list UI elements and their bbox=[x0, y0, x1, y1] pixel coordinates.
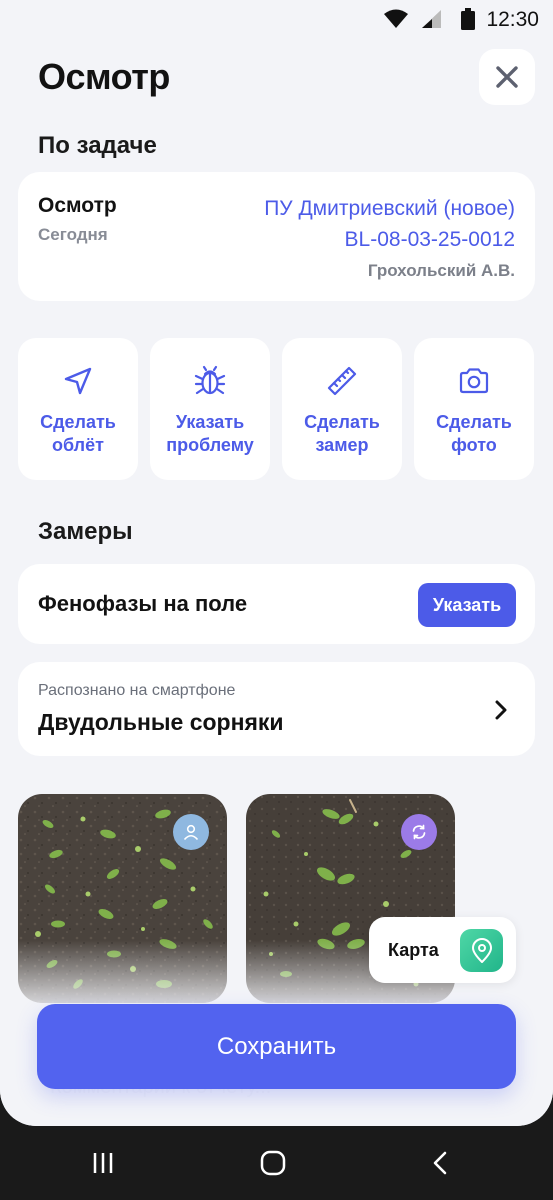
measurements-section-title: Замеры bbox=[38, 518, 133, 545]
task-field-link[interactable]: ПУ Дмитриевский (новое) bbox=[264, 197, 515, 221]
recent-apps-icon bbox=[93, 1153, 113, 1173]
map-pin-icon bbox=[471, 937, 492, 963]
map-button[interactable]: Карта bbox=[369, 917, 516, 983]
status-time: 12:30 bbox=[486, 8, 539, 31]
system-nav-bar bbox=[0, 1126, 553, 1200]
specify-button[interactable]: Указать bbox=[418, 583, 516, 627]
user-icon bbox=[183, 824, 199, 841]
action-measure-button[interactable]: Сделать замер bbox=[282, 338, 402, 480]
action-photo-button[interactable]: Сделать фото bbox=[414, 338, 534, 480]
close-button[interactable] bbox=[479, 49, 535, 105]
recognized-value: Двудольные сорняки bbox=[38, 709, 284, 735]
action-photo-label: Сделать фото bbox=[436, 412, 512, 455]
camera-icon bbox=[459, 368, 489, 394]
save-button[interactable]: Сохранить bbox=[37, 1004, 516, 1089]
back-icon bbox=[433, 1151, 447, 1175]
phenophase-card: Фенофазы на поле Указать bbox=[18, 564, 535, 644]
recognized-card[interactable]: Распознано на смартфоне Двудольные сорня… bbox=[18, 662, 535, 756]
signal-icon bbox=[422, 10, 441, 28]
home-button[interactable] bbox=[253, 1148, 293, 1178]
action-flyover-label: Сделать облёт bbox=[40, 412, 116, 455]
task-date: Сегодня bbox=[38, 225, 108, 244]
close-icon bbox=[496, 66, 518, 88]
page-title: Осмотр bbox=[38, 56, 170, 97]
map-label: Карта bbox=[388, 940, 439, 960]
map-pin-badge bbox=[460, 929, 503, 972]
task-section-title: По задаче bbox=[38, 132, 157, 159]
chevron-right-icon bbox=[495, 700, 507, 720]
user-badge bbox=[173, 814, 209, 850]
screen: 12:30 Осмотр По задаче Осмотр Сегодня ПУ… bbox=[0, 0, 553, 1126]
refresh-icon bbox=[412, 824, 426, 840]
task-name: Осмотр bbox=[38, 194, 117, 217]
action-problem-button[interactable]: Указать проблему bbox=[150, 338, 270, 480]
navigation-arrow-icon bbox=[64, 367, 92, 395]
action-flyover-button[interactable]: Сделать облёт bbox=[18, 338, 138, 480]
home-icon bbox=[260, 1150, 286, 1176]
recognized-caption: Распознано на смартфоне bbox=[38, 682, 236, 699]
task-assignee: Грохольский А.В. bbox=[367, 261, 515, 280]
battery-icon bbox=[461, 8, 475, 30]
photo-thumbnail[interactable] bbox=[18, 794, 227, 1003]
action-problem-label: Указать проблему bbox=[166, 412, 254, 455]
status-bar: 12:30 bbox=[0, 0, 553, 38]
recent-apps-button[interactable] bbox=[83, 1148, 123, 1178]
ruler-icon bbox=[327, 366, 357, 396]
wifi-icon bbox=[384, 9, 408, 28]
refresh-badge bbox=[401, 814, 437, 850]
back-button[interactable] bbox=[420, 1148, 460, 1178]
action-measure-label: Сделать замер bbox=[304, 412, 380, 455]
task-card[interactable]: Осмотр Сегодня ПУ Дмитриевский (новое) B… bbox=[18, 172, 535, 301]
bug-icon bbox=[194, 365, 226, 395]
phenophase-label: Фенофазы на поле bbox=[38, 591, 248, 616]
task-code-link[interactable]: BL-08-03-25-0012 bbox=[345, 228, 515, 252]
